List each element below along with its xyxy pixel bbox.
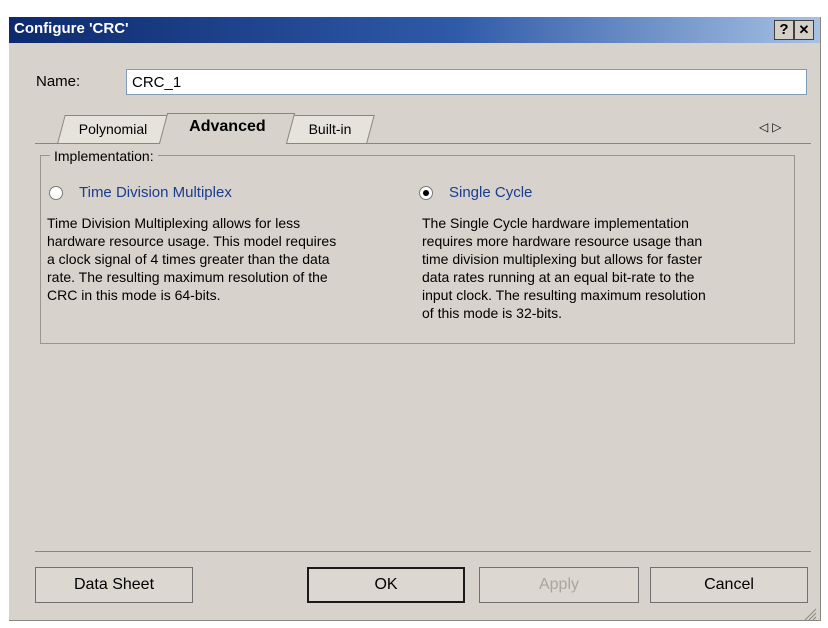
tdm-radio-label[interactable]: Time Division Multiplex: [79, 184, 232, 201]
single-cycle-radio-label[interactable]: Single Cycle: [449, 184, 532, 201]
tab-built-in-label: Built-in: [308, 121, 352, 137]
tab-scroll-right-icon[interactable]: ▷: [772, 120, 785, 134]
implementation-group-title: Implementation:: [50, 148, 158, 164]
single-cycle-radio[interactable]: [419, 186, 433, 200]
tdm-description: Time Division Multiplexing allows for le…: [47, 215, 337, 303]
cancel-button[interactable]: Cancel: [650, 567, 808, 603]
tab-divider: [35, 143, 811, 144]
tdm-radio[interactable]: [49, 186, 63, 200]
tab-scroll-left-icon[interactable]: ◁: [759, 120, 772, 134]
close-icon: ✕: [798, 22, 810, 37]
ok-button[interactable]: OK: [307, 567, 465, 603]
tab-built-in[interactable]: Built-in: [285, 115, 375, 143]
name-label: Name:: [36, 73, 81, 90]
tab-advanced[interactable]: Advanced: [158, 113, 296, 144]
tab-polynomial[interactable]: Polynomial: [57, 115, 169, 143]
tab-polynomial-label: Polynomial: [78, 121, 148, 137]
single-cycle-description: The Single Cycle hardware implementation…: [422, 215, 706, 321]
title-bar[interactable]: Configure 'CRC' ? ✕: [9, 17, 820, 43]
apply-button[interactable]: Apply: [479, 567, 639, 603]
tab-advanced-label: Advanced: [189, 118, 266, 135]
close-button[interactable]: ✕: [794, 20, 814, 40]
tab-scroll: ◁▷: [759, 120, 785, 134]
window-title: Configure 'CRC': [14, 20, 129, 37]
radio-selected-dot-icon: [423, 190, 429, 196]
configure-dialog: Configure 'CRC' ? ✕ Name: Polynomial Adv…: [9, 17, 821, 621]
data-sheet-button[interactable]: Data Sheet: [35, 567, 193, 603]
name-input[interactable]: [126, 69, 807, 95]
help-button[interactable]: ?: [774, 20, 794, 40]
button-separator: [35, 551, 811, 552]
resize-grip-icon[interactable]: [803, 607, 817, 621]
